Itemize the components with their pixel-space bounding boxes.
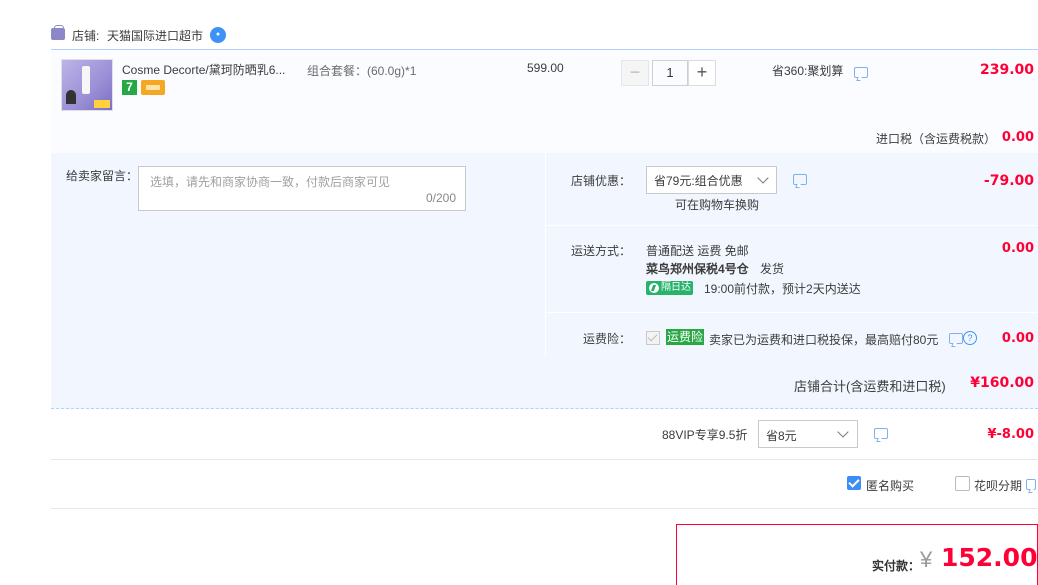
- insurance-comment-icon[interactable]: [949, 333, 963, 344]
- promo-comment-icon[interactable]: [854, 67, 868, 78]
- message-placeholder: 选填，请先和商家协商一致，付款后商家可见: [150, 175, 391, 189]
- section-divider: [51, 459, 1038, 460]
- vip-value: ¥-8.00: [987, 427, 1034, 442]
- next-day-badge-text: 隔日达: [661, 282, 691, 293]
- row-divider: [545, 225, 1038, 226]
- shop-label: 店铺:: [72, 29, 100, 43]
- product-title[interactable]: Cosme Decorte/黛珂防晒乳6...: [122, 61, 285, 78]
- store-discount-selected: 省79元:组合优惠: [654, 174, 743, 188]
- chevron-down-icon: [837, 426, 849, 438]
- seven-day-return-icon: 7: [122, 80, 137, 95]
- pay-amount: 152.00: [941, 543, 1038, 572]
- anonymous-checkbox[interactable]: [847, 476, 861, 490]
- subtotal-label: 店铺合计(含运费和进口税): [794, 379, 946, 394]
- unit-price: 599.00: [527, 61, 564, 75]
- store-discount-note: 可在购物车换购: [675, 198, 760, 212]
- insurance-value: 0.00: [1001, 331, 1034, 346]
- panel-divider: [545, 153, 546, 357]
- insurance-checkbox: [646, 331, 660, 345]
- insurance-label: 运费险：: [583, 332, 632, 346]
- item-promo: 省360:聚划算: [772, 64, 844, 78]
- card-icon: [141, 80, 165, 95]
- shop-name[interactable]: 天猫国际进口超市: [107, 27, 203, 44]
- vip-discount-select[interactable]: 省8元: [758, 420, 858, 448]
- pay-label: 实付款：: [872, 559, 921, 573]
- product-sku: 组合套餐：(60.0g)*1: [307, 64, 417, 78]
- insurance-text: 卖家已为运费和进口税投保，最高赔付80元: [709, 333, 939, 347]
- huabei-label[interactable]: 花呗分期: [974, 477, 1022, 494]
- shipping-eta: 19:00前付款，预计2天内送达: [704, 282, 861, 296]
- chevron-down-icon: [757, 172, 769, 184]
- vip-selected: 省8元: [766, 429, 797, 443]
- section-divider: [51, 508, 1038, 509]
- product-thumbnail[interactable]: [61, 59, 113, 111]
- help-icon[interactable]: ?: [963, 331, 977, 345]
- payment-summary: 实付款： ¥ 152.00: [676, 524, 1038, 585]
- next-day-badge: 隔日达: [646, 281, 693, 295]
- message-label: 给卖家留言：: [66, 169, 139, 183]
- item-total: 239.00: [979, 62, 1034, 78]
- huabei-comment-icon[interactable]: [1026, 479, 1036, 490]
- shop-icon: [51, 25, 65, 40]
- huabei-checkbox[interactable]: [955, 476, 970, 491]
- store-discount-value: -79.00: [983, 173, 1034, 189]
- shop-chat-icon[interactable]: ●: [210, 27, 226, 43]
- pay-currency: ¥: [920, 547, 933, 572]
- anonymous-label[interactable]: 匿名购买: [866, 477, 914, 494]
- message-input[interactable]: 选填，请先和商家协商一致，付款后商家可见 0/200: [138, 166, 466, 211]
- shipping-value: 0.00: [1001, 241, 1034, 256]
- shipping-label: 运送方式：: [571, 244, 632, 258]
- vip-label: 88VIP专享9.5折: [662, 428, 748, 442]
- quantity-stepper: − 1 +: [621, 60, 717, 86]
- shipping-ship-text: 发货: [760, 262, 785, 276]
- import-tax-label: 进口税（含运费税款）: [876, 132, 997, 146]
- vip-comment-icon[interactable]: [874, 428, 888, 439]
- message-counter: 0/200: [425, 191, 456, 205]
- quantity-input[interactable]: 1: [652, 60, 688, 86]
- store-discount-label: 店铺优惠：: [571, 174, 632, 188]
- lightning-icon: [649, 283, 659, 293]
- store-discount-select[interactable]: 省79元:组合优惠: [646, 166, 777, 194]
- shipping-warehouse: 菜鸟郑州保税4号仓: [646, 262, 749, 276]
- row-divider: [545, 312, 1038, 313]
- subtotal-value: ¥160.00: [970, 375, 1034, 391]
- quantity-minus-button[interactable]: −: [621, 60, 649, 86]
- discount-comment-icon[interactable]: [793, 174, 807, 185]
- quantity-plus-button[interactable]: +: [688, 60, 716, 86]
- import-tax-value: 0.00: [1001, 130, 1034, 145]
- shipping-method: 普通配送 运费 免邮: [646, 244, 749, 258]
- insurance-tag: 运费险: [666, 329, 704, 345]
